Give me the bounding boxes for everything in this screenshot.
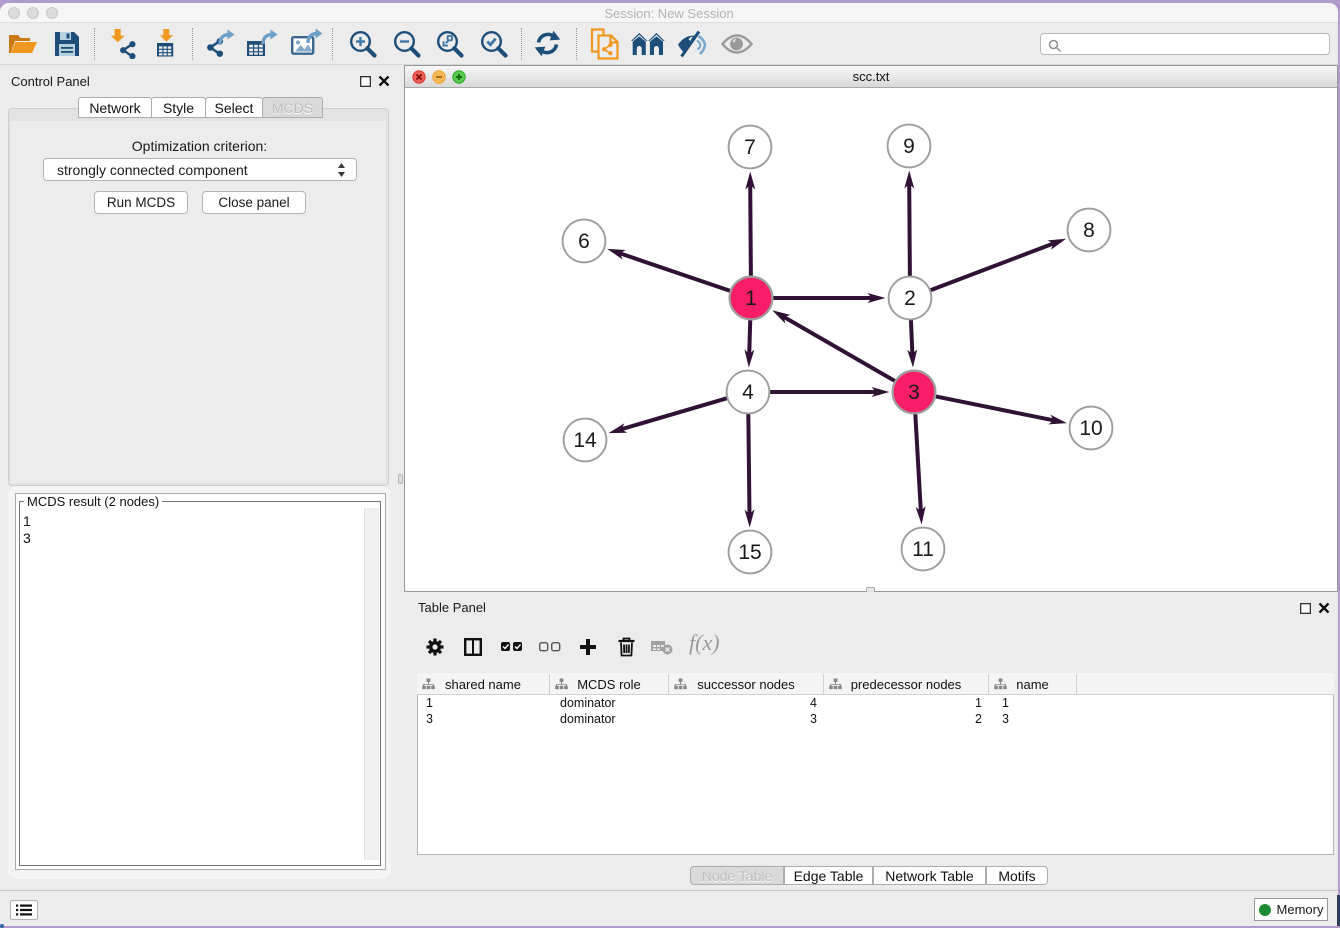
svg-text:11: 11 bbox=[912, 538, 934, 561]
svg-text:3: 3 bbox=[908, 381, 920, 404]
svg-text:10: 10 bbox=[1079, 417, 1102, 440]
svg-text:7: 7 bbox=[744, 136, 756, 159]
svg-text:8: 8 bbox=[1083, 219, 1095, 242]
svg-text:14: 14 bbox=[573, 429, 597, 452]
svg-text:4: 4 bbox=[742, 381, 754, 404]
svg-text:6: 6 bbox=[578, 230, 590, 253]
svg-text:2: 2 bbox=[904, 287, 916, 310]
svg-text:15: 15 bbox=[738, 541, 761, 564]
svg-text:1: 1 bbox=[745, 287, 757, 310]
svg-text:9: 9 bbox=[903, 135, 915, 158]
